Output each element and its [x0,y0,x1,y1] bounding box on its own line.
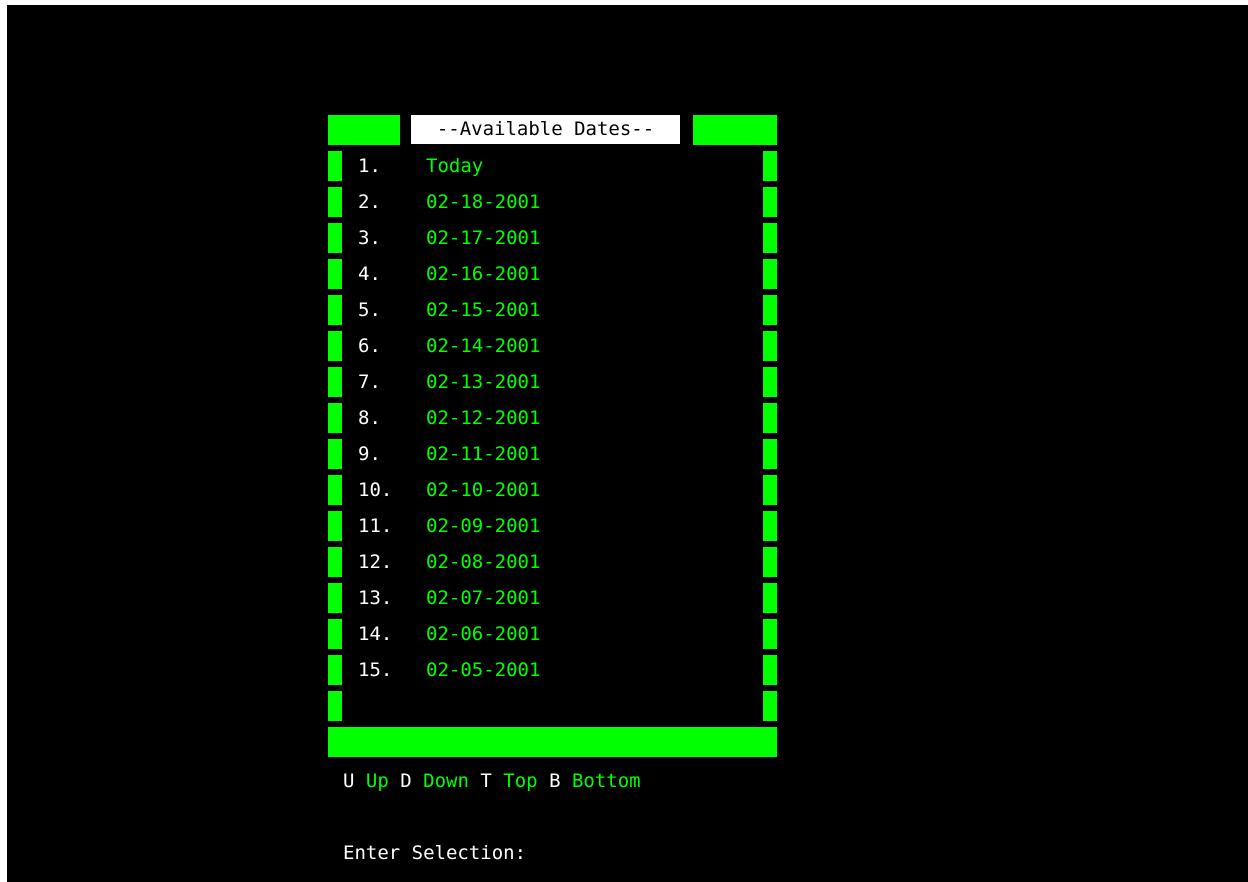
frame-bottom-bar [328,727,777,757]
frame-left-segment [328,367,342,397]
frame-top-left-bar [328,115,400,145]
frame-left-segment [328,295,342,325]
frame-left-segment [328,331,342,361]
frame-left-segment [328,583,342,613]
list-item[interactable]: 1. Today [7,152,787,188]
frame-top-right-bar [693,115,777,145]
item-date: 02-14-2001 [426,335,541,357]
item-date: 02-13-2001 [426,371,541,393]
frame-left-segment [328,259,342,289]
help-key[interactable]: T [480,770,491,792]
list-item[interactable]: 7. 02-13-2001 [7,368,787,404]
item-date: Today [426,155,484,177]
frame-right-segment [763,655,777,685]
navigation-help: U Up D Down T Top B Bottom [343,767,641,795]
item-number: 3. [358,227,381,249]
item-number: 7. [358,371,381,393]
item-number: 2. [358,191,381,213]
frame-right-segment [763,151,777,181]
frame-right-segment [763,583,777,613]
item-date: 02-10-2001 [426,479,541,501]
list-item[interactable]: 12. 02-08-2001 [7,548,787,584]
item-number: 14. [358,623,393,645]
item-number: 11. [358,515,393,537]
item-number: 13. [358,587,393,609]
frame-left-segment [328,439,342,469]
list-item[interactable]: 5. 02-15-2001 [7,296,787,332]
item-date: 02-15-2001 [426,299,541,321]
frame-left-segment [328,619,342,649]
list-item[interactable]: 11. 02-09-2001 [7,512,787,548]
item-date: 02-08-2001 [426,551,541,573]
item-date: 02-09-2001 [426,515,541,537]
list-item[interactable]: 2. 02-18-2001 [7,188,787,224]
item-number: 9. [358,443,381,465]
frame-right-segment [763,331,777,361]
list-item[interactable]: 3. 02-17-2001 [7,224,787,260]
frame-right-segment [763,403,777,433]
frame-right-segment [763,511,777,541]
item-date: 02-05-2001 [426,659,541,681]
item-date: 02-16-2001 [426,263,541,285]
help-action: Bottom [571,770,641,792]
help-key[interactable]: B [549,770,560,792]
item-number: 4. [358,263,381,285]
help-key[interactable]: U [343,770,354,792]
frame-left-segment [328,655,342,685]
item-date: 02-12-2001 [426,407,541,429]
item-number: 10. [358,479,393,501]
list-item[interactable]: 15. 02-05-2001 [7,656,787,692]
item-number: 15. [358,659,393,681]
list-item[interactable]: 10. 02-10-2001 [7,476,787,512]
item-date: 02-11-2001 [426,443,541,465]
item-number: 8. [358,407,381,429]
help-key[interactable]: D [400,770,411,792]
dates-list-title: --Available Dates-- [411,115,680,144]
frame-left-segment [328,151,342,181]
frame-left-segment [328,547,342,577]
frame-right-segment [763,367,777,397]
list-item[interactable]: 13. 02-07-2001 [7,584,787,620]
help-action: Top [503,770,538,792]
frame-right-segment [763,295,777,325]
frame-left-segment [328,691,342,721]
frame-right-segment [763,439,777,469]
item-date: 02-07-2001 [426,587,541,609]
item-number: 5. [358,299,381,321]
list-item[interactable]: 8. 02-12-2001 [7,404,787,440]
item-date: 02-17-2001 [426,227,541,249]
frame-right-segment [763,223,777,253]
frame-right-segment [763,691,777,721]
list-item[interactable]: 14. 02-06-2001 [7,620,787,656]
frame-right-segment [763,187,777,217]
item-number: 12. [358,551,393,573]
frame-left-segment [328,475,342,505]
item-date: 02-06-2001 [426,623,541,645]
frame-left-segment [328,187,342,217]
terminal-screen: --Available Dates-- 1. Today 2. 02-18-20… [7,5,1248,882]
list-item[interactable]: 9. 02-11-2001 [7,440,787,476]
frame-right-segment [763,619,777,649]
selection-prompt[interactable]: Enter Selection: [343,839,526,867]
frame-left-segment [328,223,342,253]
frame-right-segment [763,259,777,289]
frame-left-segment [328,511,342,541]
list-item[interactable]: 4. 02-16-2001 [7,260,787,296]
list-item[interactable]: 6. 02-14-2001 [7,332,787,368]
help-action: Up [365,770,389,792]
help-action: Down [423,770,469,792]
item-date: 02-18-2001 [426,191,541,213]
frame-right-segment [763,547,777,577]
item-number: 1. [358,155,381,177]
frame-left-segment [328,403,342,433]
item-number: 6. [358,335,381,357]
frame-right-segment [763,475,777,505]
